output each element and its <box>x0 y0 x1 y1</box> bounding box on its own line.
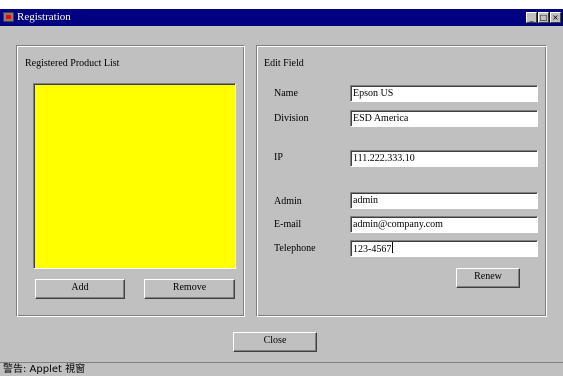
registration-window: Registration _ □ × Registered Product Li… <box>0 9 563 376</box>
telephone-label: Telephone <box>274 243 316 254</box>
telephone-field[interactable]: 123-4567 <box>350 240 538 257</box>
edit-field-title: Edit Field <box>264 58 304 69</box>
minimize-icon[interactable]: _ <box>526 12 537 23</box>
applet-warning-text: 警告: Applet 視窗 <box>3 364 86 375</box>
add-button[interactable]: Add <box>35 279 125 299</box>
close-button[interactable]: Close <box>233 332 317 352</box>
renew-button[interactable]: Renew <box>456 268 520 288</box>
ip-value: 111.222.333.10 <box>353 153 415 164</box>
email-label: E-mail <box>274 219 302 230</box>
title-bar[interactable]: Registration _ □ × <box>0 9 563 26</box>
email-value: admin@company.com <box>353 219 443 230</box>
ip-field[interactable]: 111.222.333.10 <box>350 150 538 167</box>
registered-product-list[interactable] <box>33 83 236 269</box>
admin-value: admin <box>353 195 378 206</box>
admin-field[interactable]: admin <box>350 192 538 209</box>
email-field[interactable]: admin@company.com <box>350 216 538 233</box>
name-field[interactable]: Epson US <box>350 85 538 102</box>
ip-label: IP <box>274 152 283 163</box>
maximize-icon[interactable]: □ <box>538 12 549 23</box>
telephone-value: 123-4567 <box>353 244 392 255</box>
name-value: Epson US <box>353 88 394 99</box>
remove-button[interactable]: Remove <box>144 279 235 299</box>
product-list-panel: Registered Product List Add Remove <box>16 45 245 317</box>
app-icon <box>3 12 14 22</box>
division-field[interactable]: ESD America <box>350 110 538 127</box>
division-value: ESD America <box>353 113 409 124</box>
text-caret <box>392 242 394 253</box>
close-icon[interactable]: × <box>550 12 561 23</box>
edit-field-panel: Edit Field Name Epson US Division ESD Am… <box>256 45 547 317</box>
window-title: Registration <box>17 11 71 23</box>
admin-label: Admin <box>274 196 302 207</box>
product-list-title: Registered Product List <box>25 58 120 69</box>
division-label: Division <box>274 113 309 124</box>
status-bar: 警告: Applet 視窗 <box>0 362 563 376</box>
name-label: Name <box>274 88 298 99</box>
